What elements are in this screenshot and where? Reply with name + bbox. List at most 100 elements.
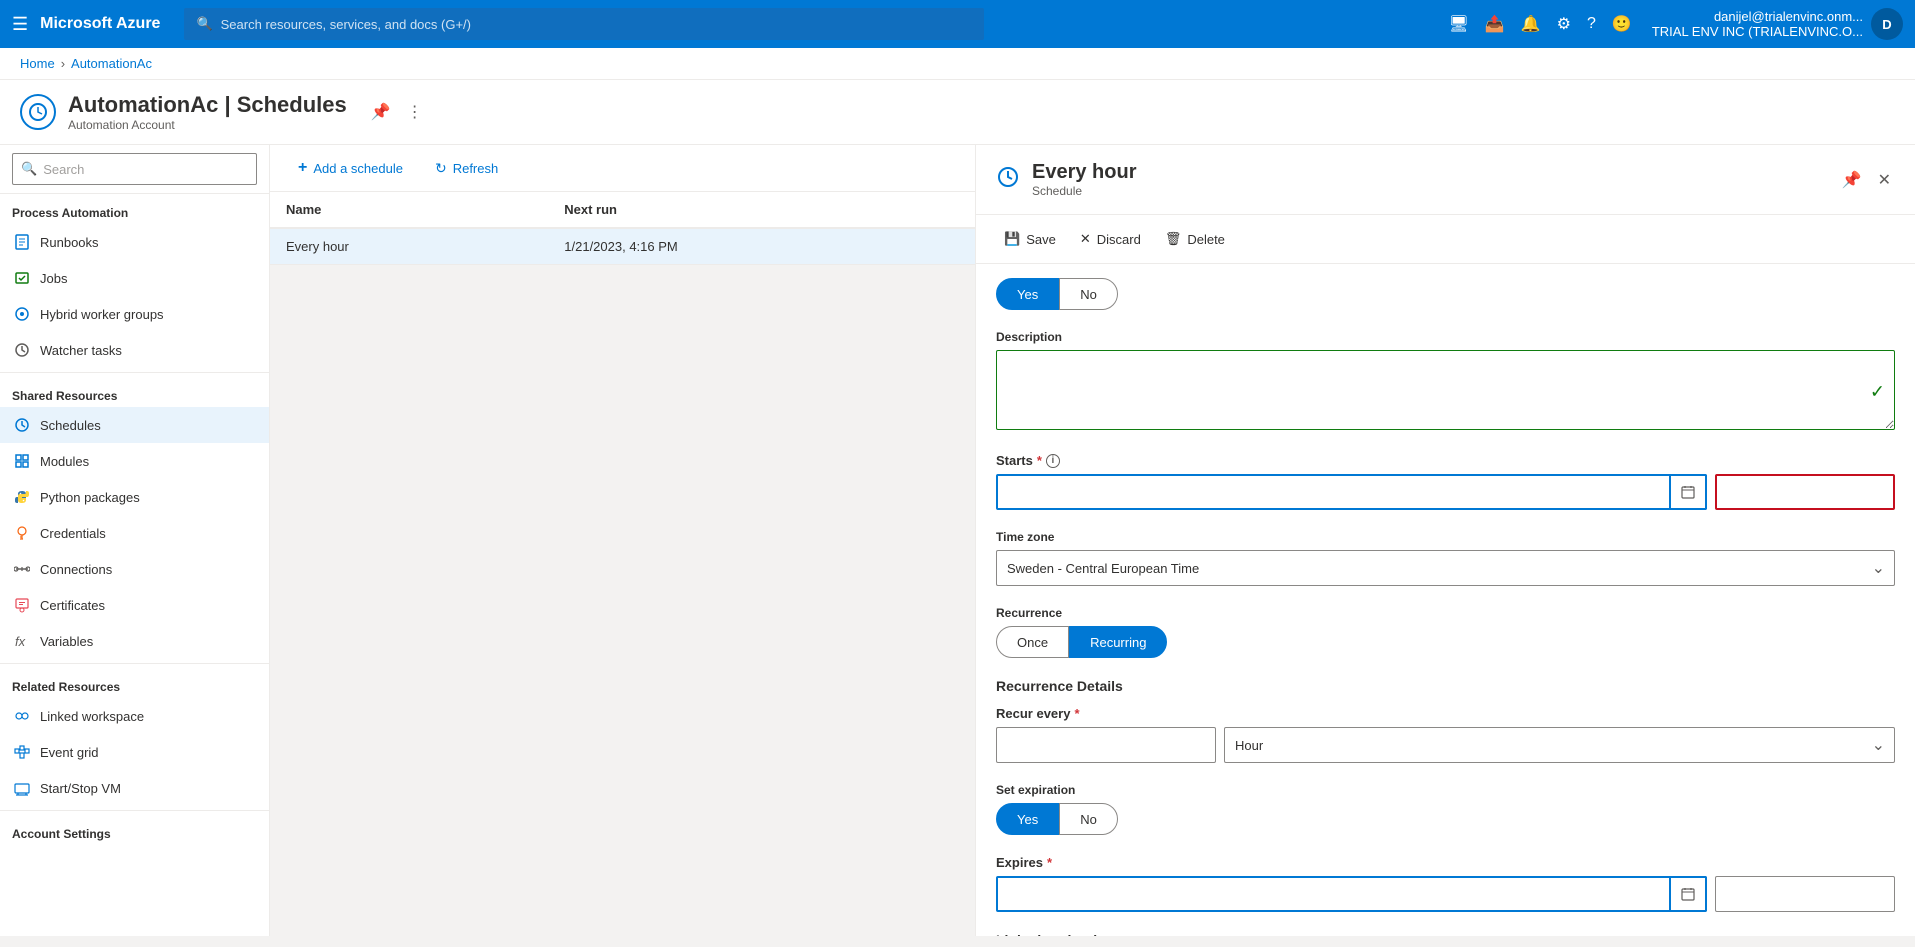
notifications-icon[interactable]: 🔔 bbox=[1517, 10, 1545, 38]
table-area: Name Next run Every hour 1/21/2023, 4:16… bbox=[270, 192, 975, 265]
pin-page-button[interactable]: 📌 bbox=[367, 98, 395, 126]
sidebar-item-certificates[interactable]: Certificates bbox=[0, 587, 269, 623]
sidebar-search-icon: 🔍 bbox=[21, 161, 37, 177]
global-search-bar[interactable]: 🔍 bbox=[184, 8, 984, 40]
sidebar-item-variables[interactable]: fx Variables bbox=[0, 623, 269, 659]
sidebar-search-input[interactable]: 🔍 Search bbox=[12, 153, 257, 185]
col-next-run: Next run bbox=[548, 192, 975, 228]
vm-icon bbox=[12, 778, 32, 798]
detail-header-icon bbox=[996, 165, 1020, 195]
sidebar-item-label: Modules bbox=[40, 454, 89, 469]
timezone-group: Time zone Sweden - Central European Time… bbox=[996, 530, 1895, 586]
sidebar-item-label: Watcher tasks bbox=[40, 343, 122, 358]
sidebar-item-linked-workspace[interactable]: Linked workspace bbox=[0, 698, 269, 734]
sidebar-item-label: Start/Stop VM bbox=[40, 781, 121, 796]
timezone-select[interactable]: Sweden - Central European Time UTC Easte… bbox=[996, 550, 1895, 586]
sidebar-item-jobs[interactable]: Jobs bbox=[0, 260, 269, 296]
sidebar-item-schedules[interactable]: Schedules bbox=[0, 407, 269, 443]
refresh-icon: ↻ bbox=[435, 160, 447, 177]
sidebar-item-label: Certificates bbox=[40, 598, 105, 613]
section-header-related: Related Resources bbox=[0, 668, 269, 698]
sidebar-item-label: Schedules bbox=[40, 418, 101, 433]
starts-calendar-button[interactable] bbox=[1671, 474, 1707, 510]
menu-icon[interactable]: ☰ bbox=[12, 14, 28, 35]
recur-every-label: Recur every * bbox=[996, 706, 1895, 721]
portal-menu-icon[interactable]: 📤 bbox=[1481, 10, 1509, 38]
expires-date-input[interactable]: 02/01/2024 bbox=[996, 876, 1671, 912]
description-valid-icon: ✓ bbox=[1870, 381, 1885, 402]
sidebar-item-hybrid[interactable]: Hybrid worker groups bbox=[0, 296, 269, 332]
enabled-no-button[interactable]: No bbox=[1059, 278, 1118, 310]
sidebar-item-label: Linked workspace bbox=[40, 709, 144, 724]
starts-required: * bbox=[1037, 453, 1042, 468]
refresh-button[interactable]: ↻ Refresh bbox=[427, 154, 506, 183]
detail-subtitle: Schedule bbox=[1032, 184, 1136, 198]
recur-unit-select[interactable]: Hour Day Week Month bbox=[1224, 727, 1895, 763]
starts-time-input[interactable]: 3:50 PM bbox=[1715, 474, 1895, 510]
cloud-shell-icon[interactable]: 🖥 bbox=[1445, 10, 1473, 38]
detail-body: Description ✓ Starts * i 01/21/2023 bbox=[976, 310, 1915, 936]
sidebar-item-watcher[interactable]: Watcher tasks bbox=[0, 332, 269, 368]
recurrence-recurring-button[interactable]: Recurring bbox=[1069, 626, 1167, 658]
sidebar-item-label: Jobs bbox=[40, 271, 67, 286]
expiration-no-button[interactable]: No bbox=[1059, 803, 1118, 835]
sidebar-item-label: Connections bbox=[40, 562, 112, 577]
starts-date-input[interactable]: 01/21/2023 bbox=[996, 474, 1671, 510]
sidebar-item-runbooks[interactable]: Runbooks bbox=[0, 224, 269, 260]
expiration-yes-button[interactable]: Yes bbox=[996, 803, 1059, 835]
starts-info-icon[interactable]: i bbox=[1046, 454, 1060, 468]
main-layout: 🔍 Search Process Automation Runbooks Job… bbox=[0, 145, 1915, 936]
sidebar-item-credentials[interactable]: Credentials bbox=[0, 515, 269, 551]
timezone-select-wrapper: Sweden - Central European Time UTC Easte… bbox=[996, 550, 1895, 586]
avatar[interactable]: D bbox=[1871, 8, 1903, 40]
sidebar-item-event-grid[interactable]: Event grid bbox=[0, 734, 269, 770]
search-icon: 🔍 bbox=[196, 16, 212, 32]
set-expiration-label: Set expiration bbox=[996, 783, 1895, 797]
schedules-icon bbox=[12, 415, 32, 435]
sidebar-item-python[interactable]: Python packages bbox=[0, 479, 269, 515]
delete-button[interactable]: 🗑 Delete bbox=[1157, 225, 1233, 253]
breadcrumb-parent[interactable]: AutomationAc bbox=[71, 56, 152, 71]
table-row[interactable]: Every hour 1/21/2023, 4:16 PM bbox=[270, 228, 975, 265]
sidebar-item-modules[interactable]: Modules bbox=[0, 443, 269, 479]
expires-time-input[interactable]: 12:59 PM bbox=[1715, 876, 1895, 912]
detail-header: Every hour Schedule 📌 ✕ bbox=[976, 145, 1915, 215]
section-header-shared: Shared Resources bbox=[0, 377, 269, 407]
settings-icon[interactable]: ⚙ bbox=[1553, 10, 1575, 38]
sidebar-item-start-stop-vm[interactable]: Start/Stop VM bbox=[0, 770, 269, 806]
breadcrumb-home[interactable]: Home bbox=[20, 56, 55, 71]
help-icon[interactable]: ? bbox=[1583, 11, 1600, 37]
recurrence-once-button[interactable]: Once bbox=[996, 626, 1069, 658]
hybrid-icon bbox=[12, 304, 32, 324]
schedules-table: Name Next run Every hour 1/21/2023, 4:16… bbox=[270, 192, 975, 265]
sidebar-item-label: Credentials bbox=[40, 526, 106, 541]
linked-workspace-icon bbox=[12, 706, 32, 726]
more-options-button[interactable]: ⋮ bbox=[403, 98, 427, 126]
save-icon: 💾 bbox=[1004, 231, 1020, 247]
save-button[interactable]: 💾 Save bbox=[996, 225, 1064, 253]
global-search-input[interactable] bbox=[221, 17, 973, 32]
sidebar-item-connections[interactable]: Connections bbox=[0, 551, 269, 587]
add-schedule-button[interactable]: + Add a schedule bbox=[290, 153, 411, 183]
delete-icon: 🗑 bbox=[1165, 231, 1182, 247]
enabled-section: Yes No bbox=[976, 264, 1915, 310]
close-button[interactable]: ✕ bbox=[1874, 166, 1895, 194]
enabled-yes-button[interactable]: Yes bbox=[996, 278, 1059, 310]
expires-calendar-button[interactable] bbox=[1671, 876, 1707, 912]
content-toolbar: + Add a schedule ↻ Refresh bbox=[270, 145, 975, 192]
sidebar-item-label: Event grid bbox=[40, 745, 99, 760]
runbooks-icon bbox=[12, 232, 32, 252]
description-input[interactable] bbox=[996, 350, 1895, 430]
recurrence-details-title: Recurrence Details bbox=[996, 678, 1895, 694]
section-header-process: Process Automation bbox=[0, 194, 269, 224]
recur-every-input[interactable]: 1 bbox=[996, 727, 1216, 763]
feedback-icon[interactable]: 🙂 bbox=[1608, 10, 1636, 38]
pin-button[interactable]: 📌 bbox=[1838, 166, 1866, 194]
top-navigation: ☰ Microsoft Azure 🔍 🖥 📤 🔔 ⚙ ? 🙂 danijel@… bbox=[0, 0, 1915, 48]
sidebar-search-wrapper: 🔍 Search bbox=[0, 145, 269, 194]
connections-icon bbox=[12, 559, 32, 579]
nav-icons: 🖥 📤 🔔 ⚙ ? 🙂 danijel@trialenvinc.onm... T… bbox=[1445, 8, 1904, 40]
discard-button[interactable]: ✕ Discard bbox=[1072, 225, 1149, 253]
cell-name: Every hour bbox=[270, 228, 548, 265]
event-grid-icon bbox=[12, 742, 32, 762]
